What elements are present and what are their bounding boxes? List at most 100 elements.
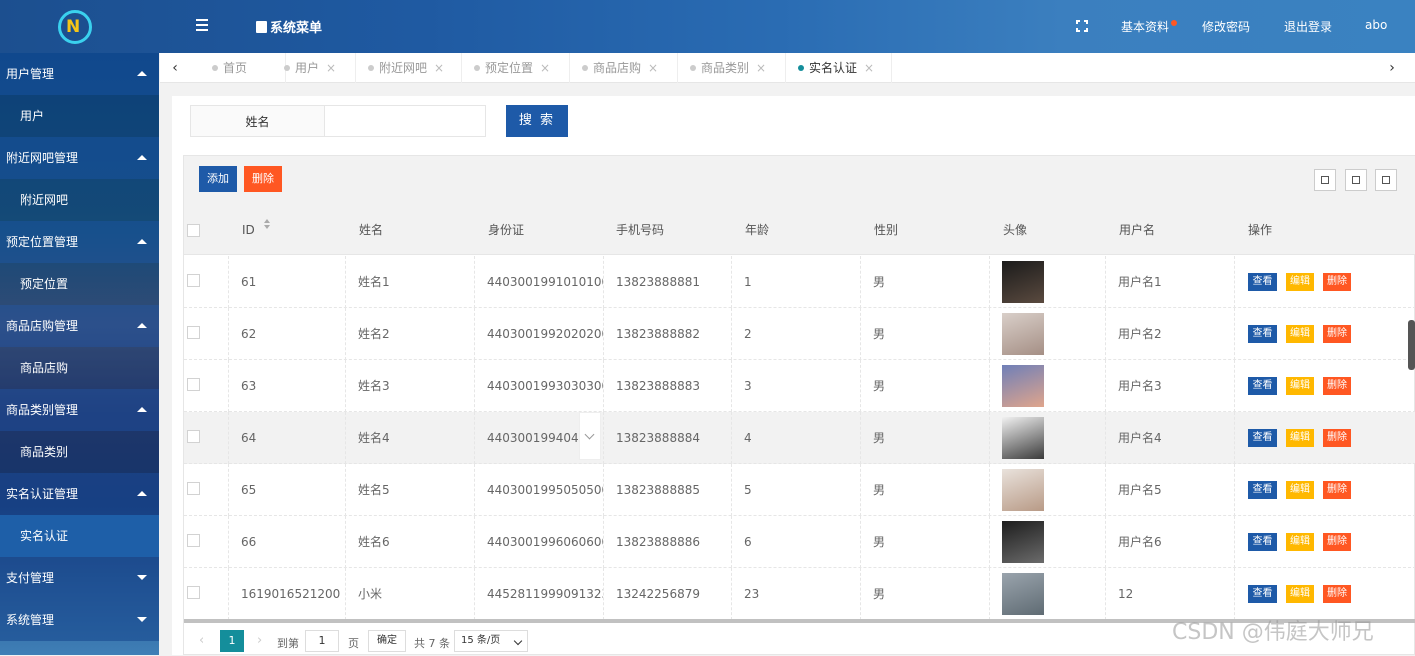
fullscreen-icon[interactable] (1076, 20, 1088, 32)
col-id[interactable]: ID (242, 206, 255, 255)
edit-button[interactable]: 编辑 (1286, 429, 1314, 447)
cell-username: 用户名3 (1105, 360, 1234, 412)
sidebar-item-category[interactable]: 商品类别 (0, 431, 159, 473)
table-row[interactable]: 65姓名544030019950505000138238888855男 用户名5 查… (184, 464, 1415, 516)
sort-asc-icon[interactable] (264, 219, 270, 223)
export-icon[interactable] (1345, 169, 1367, 191)
prev-page-icon[interactable]: ‹ (199, 633, 204, 648)
print-icon[interactable] (1375, 169, 1397, 191)
menu-toggle-icon[interactable] (196, 19, 208, 33)
row-checkbox[interactable] (187, 378, 200, 391)
close-icon[interactable]: × (434, 61, 444, 75)
delete-button[interactable]: 删除 (1323, 429, 1351, 447)
view-button[interactable]: 查看 (1248, 481, 1277, 499)
delete-button[interactable]: 删除 (1323, 377, 1351, 395)
add-button[interactable]: 添加 (199, 166, 237, 192)
view-button[interactable]: 查看 (1248, 325, 1277, 343)
goto-page-input[interactable]: 1 (305, 630, 339, 652)
batch-delete-button[interactable]: 删除 (244, 166, 282, 192)
table-row[interactable]: 66姓名644030019960606000138238888866男 用户名6 查… (184, 516, 1415, 568)
edit-button[interactable]: 编辑 (1286, 325, 1314, 343)
tabs-next-icon[interactable]: › (1377, 53, 1407, 83)
sidebar-group-shop[interactable]: 商品店购管理 (0, 305, 159, 347)
chevron-down-icon (584, 429, 595, 440)
avatar (1002, 313, 1044, 355)
vertical-scrollbar[interactable] (1408, 320, 1415, 370)
search-button[interactable]: 搜 索 (506, 105, 568, 137)
username-label[interactable]: abo (1365, 18, 1387, 32)
chevron-up-icon (137, 71, 147, 76)
row-checkbox[interactable] (187, 482, 200, 495)
sidebar-group-category[interactable]: 商品类别管理 (0, 389, 159, 431)
tab-user[interactable]: 用户 × (272, 53, 356, 83)
close-icon[interactable]: × (540, 61, 550, 75)
chevron-up-icon (137, 407, 147, 412)
row-checkbox[interactable] (187, 534, 200, 547)
chevron-up-icon (137, 491, 147, 496)
logout-link[interactable]: 退出登录 (1284, 18, 1332, 35)
next-page-icon[interactable]: › (257, 633, 262, 648)
sidebar-item-reserve[interactable]: 预定位置 (0, 263, 159, 305)
sidebar-group-user[interactable]: 用户管理 (0, 53, 159, 95)
delete-button[interactable]: 删除 (1323, 533, 1351, 551)
sidebar-item-realname[interactable]: 实名认证 (0, 515, 159, 557)
delete-button[interactable]: 删除 (1323, 585, 1351, 603)
row-checkbox[interactable] (187, 430, 200, 443)
cell-sex: 男 (860, 412, 989, 464)
edit-button[interactable]: 编辑 (1286, 273, 1314, 291)
view-button[interactable]: 查看 (1248, 429, 1277, 447)
delete-button[interactable]: 删除 (1323, 481, 1351, 499)
edit-button[interactable]: 编辑 (1286, 377, 1314, 395)
sidebar-group-netbar[interactable]: 附近网吧管理 (0, 137, 159, 179)
view-button[interactable]: 查看 (1248, 377, 1277, 395)
name-search-input[interactable] (324, 105, 486, 137)
sidebar-group-system[interactable]: 系统管理 (0, 599, 159, 641)
cell-username: 12 (1105, 568, 1234, 620)
select-all-checkbox[interactable] (187, 224, 200, 237)
edit-button[interactable]: 编辑 (1286, 585, 1314, 603)
tab-realname[interactable]: 实名认证 × (786, 53, 892, 83)
tab-reserve[interactable]: 预定位置 × (462, 53, 570, 83)
table-row[interactable]: 62姓名244030019920202000138238888822男 用户名2 查… (184, 308, 1415, 360)
tab-category[interactable]: 商品类别 × (678, 53, 786, 83)
close-icon[interactable]: × (864, 61, 874, 75)
sidebar-item-netbar[interactable]: 附近网吧 (0, 179, 159, 221)
table-row[interactable]: 64 姓名4 44030019940404 13823888884 4 男用户名4 查看 编辑… (184, 412, 1415, 464)
cell-phone: 13823888881 (603, 256, 731, 308)
view-button[interactable]: 查看 (1248, 273, 1277, 291)
row-checkbox[interactable] (187, 586, 200, 599)
tabs-prev-icon[interactable]: ‹ (160, 53, 190, 83)
close-icon[interactable]: × (326, 61, 336, 75)
view-button[interactable]: 查看 (1248, 533, 1277, 551)
col-name: 姓名 (359, 223, 384, 237)
goto-confirm-button[interactable]: 确定 (368, 630, 406, 652)
view-button[interactable]: 查看 (1248, 585, 1277, 603)
avatar (1002, 261, 1044, 303)
sidebar-group-realname[interactable]: 实名认证管理 (0, 473, 159, 515)
close-icon[interactable]: × (756, 61, 766, 75)
sidebar-item-shop[interactable]: 商品店购 (0, 347, 159, 389)
profile-link[interactable]: 基本资料 (1121, 18, 1178, 35)
table-row[interactable]: 61姓名144030019910101000138238888811男 用户名1 查… (184, 256, 1415, 308)
table-row[interactable]: 1619016521200小米4452811999091323413242256… (184, 568, 1415, 620)
tab-shop[interactable]: 商品店购 × (570, 53, 678, 83)
cell-expand-button[interactable] (579, 412, 601, 460)
table-row[interactable]: 63姓名344030019930303000138238888833男 用户名3 查… (184, 360, 1415, 412)
sidebar-item-user[interactable]: 用户 (0, 95, 159, 137)
edit-button[interactable]: 编辑 (1286, 533, 1314, 551)
columns-filter-icon[interactable] (1314, 169, 1336, 191)
delete-button[interactable]: 删除 (1323, 273, 1351, 291)
cell-id: 1619016521200 (228, 568, 345, 620)
current-page[interactable]: 1 (220, 630, 244, 652)
delete-button[interactable]: 删除 (1323, 325, 1351, 343)
sort-desc-icon[interactable] (264, 225, 270, 229)
change-password-link[interactable]: 修改密码 (1202, 18, 1250, 35)
sidebar-group-reserve[interactable]: 预定位置管理 (0, 221, 159, 263)
page-size-select[interactable]: 15 条/页 (454, 630, 528, 652)
edit-button[interactable]: 编辑 (1286, 481, 1314, 499)
close-icon[interactable]: × (648, 61, 658, 75)
sidebar-group-payment[interactable]: 支付管理 (0, 557, 159, 599)
row-checkbox[interactable] (187, 274, 200, 287)
row-checkbox[interactable] (187, 326, 200, 339)
tab-netbar[interactable]: 附近网吧 × (356, 53, 462, 83)
